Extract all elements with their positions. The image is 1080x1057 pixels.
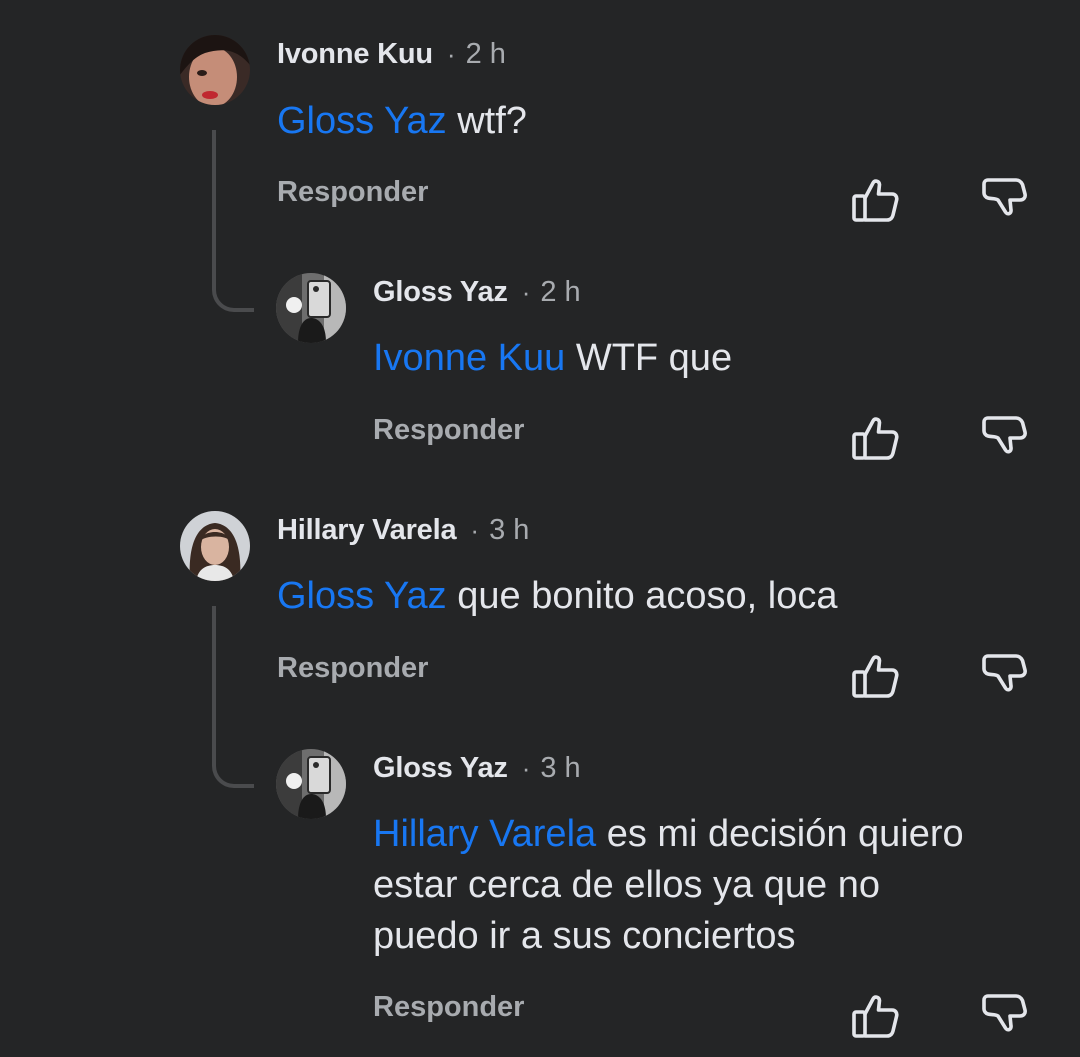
comment-message: que bonito acoso, loca (446, 575, 838, 617)
thumbs-down-icon[interactable] (978, 412, 1030, 464)
comment-header: Gloss Yaz · 3 h (373, 752, 581, 785)
comment-message: wtf? (446, 100, 527, 142)
thumbs-up-icon[interactable] (850, 650, 902, 702)
comment-header: Gloss Yaz · 2 h (373, 276, 581, 309)
reply-button[interactable]: Responder (373, 991, 524, 1024)
timestamp[interactable]: 3 h (489, 514, 529, 547)
comment-text: Ivonne Kuu WTF que (373, 333, 732, 384)
mention-link[interactable]: Hillary Varela (373, 813, 596, 855)
reply-button[interactable]: Responder (277, 176, 428, 209)
comment-message: es mi decisión quiero (596, 813, 964, 855)
thumbs-up-icon[interactable] (850, 990, 902, 1042)
comment-header: Hillary Varela · 3 h (277, 514, 529, 547)
thread-line (212, 130, 254, 312)
woman-avatar-icon (180, 35, 250, 105)
author-name[interactable]: Ivonne Kuu (277, 38, 433, 71)
comment-line: Hillary Varela es mi decisión quiero (373, 809, 1044, 860)
thumbs-down-icon[interactable] (978, 650, 1030, 702)
mention-link[interactable]: Gloss Yaz (277, 100, 447, 142)
thumbs-down-icon[interactable] (978, 990, 1030, 1042)
comment-text: Hillary Varela es mi decisión quiero est… (373, 809, 1044, 962)
thread-line (212, 606, 254, 788)
comment-line: estar cerca de ellos ya que no (373, 864, 880, 906)
avatar[interactable] (180, 35, 250, 105)
thumbs-up-icon[interactable] (850, 412, 902, 464)
author-name[interactable]: Gloss Yaz (373, 276, 508, 309)
thumbs-down-icon[interactable] (978, 174, 1030, 226)
avatar[interactable] (180, 511, 250, 581)
comment-text: Gloss Yaz wtf? (277, 96, 527, 147)
timestamp[interactable]: 3 h (540, 752, 580, 785)
timestamp[interactable]: 2 h (466, 38, 506, 71)
comment-text: Gloss Yaz que bonito acoso, loca (277, 571, 838, 622)
avatar[interactable] (276, 273, 346, 343)
author-name[interactable]: Gloss Yaz (373, 752, 508, 785)
timestamp[interactable]: 2 h (540, 276, 580, 309)
selfie-avatar-icon (276, 273, 346, 343)
mention-link[interactable]: Ivonne Kuu (373, 337, 565, 379)
comment-message: WTF que (565, 337, 733, 379)
separator-dot: · (470, 515, 480, 545)
avatar[interactable] (276, 749, 346, 819)
separator-dot: · (521, 277, 531, 307)
comment-line: puedo ir a sus conciertos (373, 915, 796, 957)
woman-avatar-icon (180, 511, 250, 581)
separator-dot: · (446, 39, 456, 69)
separator-dot: · (521, 753, 531, 783)
author-name[interactable]: Hillary Varela (277, 514, 457, 547)
reply-button[interactable]: Responder (277, 652, 428, 685)
selfie-avatar-icon (276, 749, 346, 819)
reply-button[interactable]: Responder (373, 414, 524, 447)
thumbs-up-icon[interactable] (850, 174, 902, 226)
mention-link[interactable]: Gloss Yaz (277, 575, 447, 617)
comment-header: Ivonne Kuu · 2 h (277, 38, 506, 71)
